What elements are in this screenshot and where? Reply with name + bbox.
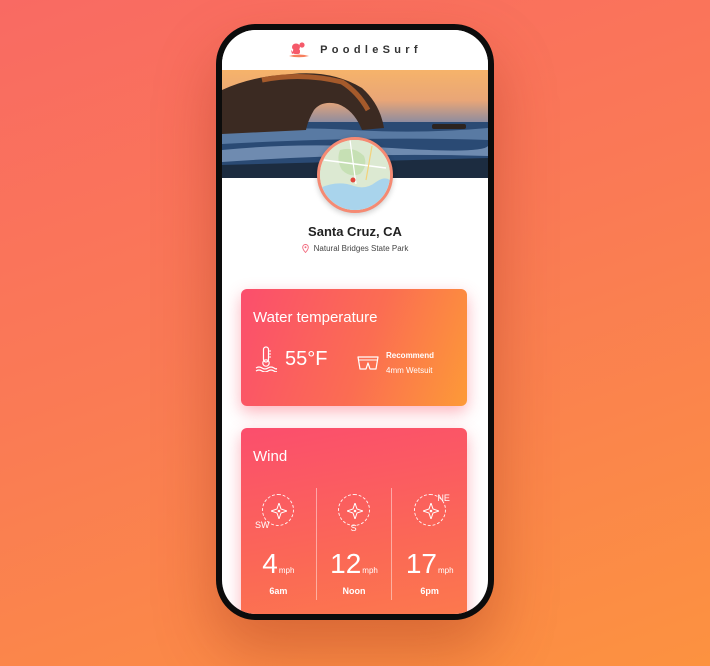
compass-icon	[338, 494, 370, 526]
recommend-value: 4mm Wetsuit	[386, 366, 433, 375]
water-temperature-card[interactable]: Water temperature 55°F Recommend 4mm Wet…	[241, 289, 467, 406]
wind-unit: mph	[437, 566, 454, 575]
location-pin-icon	[301, 244, 309, 253]
thermometer-water-icon	[255, 346, 277, 372]
wind-speed: 12	[330, 548, 362, 579]
temperature-value: 55°F	[285, 347, 328, 370]
wind-time: Noon	[342, 586, 366, 596]
spot-line: Natural Bridges State Park	[222, 244, 488, 253]
spot-name: Natural Bridges State Park	[313, 244, 409, 253]
water-card-title: Water temperature	[253, 309, 378, 326]
wind-unit: mph	[362, 566, 378, 575]
wind-readings: SW 4mph 6am S 12mph Noon NE 17mph 6pm	[241, 488, 467, 600]
wind-unit: mph	[278, 566, 295, 575]
temperature-row: 55°F	[255, 346, 327, 372]
app-screen: PoodleSurf Santa Cruz, CA Natural Bridge…	[222, 30, 488, 614]
app-header: PoodleSurf	[222, 30, 488, 70]
location-info: Santa Cruz, CA Natural Bridges State Par…	[222, 224, 488, 253]
poodle-surfer-icon	[289, 42, 310, 58]
recommendation: Recommend 4mm Wetsuit	[357, 348, 434, 378]
swim-shorts-icon	[357, 356, 379, 370]
wind-speed: 17	[405, 548, 437, 579]
phone-frame: PoodleSurf Santa Cruz, CA Natural Bridge…	[216, 24, 494, 620]
wind-card[interactable]: Wind SW 4mph 6am S 12mph Noon NE 17mph 6…	[241, 428, 467, 614]
wind-time: 6am	[269, 586, 288, 596]
wind-direction: NE	[437, 493, 450, 503]
wind-card-title: Wind	[253, 448, 288, 465]
recommend-label: Recommend	[386, 351, 435, 360]
city-name: Santa Cruz, CA	[308, 224, 402, 239]
wind-speed: 4	[262, 548, 278, 579]
location-map[interactable]	[317, 137, 393, 213]
wind-reading-noon: S 12mph Noon	[315, 488, 392, 600]
wind-reading-6pm: NE 17mph 6pm	[391, 488, 467, 600]
wind-time: 6pm	[420, 586, 439, 596]
wind-reading-6am: SW 4mph 6am	[241, 488, 316, 600]
wind-direction: SW	[255, 520, 270, 530]
wind-direction: S	[350, 523, 357, 533]
brand-name: PoodleSurf	[320, 44, 422, 56]
